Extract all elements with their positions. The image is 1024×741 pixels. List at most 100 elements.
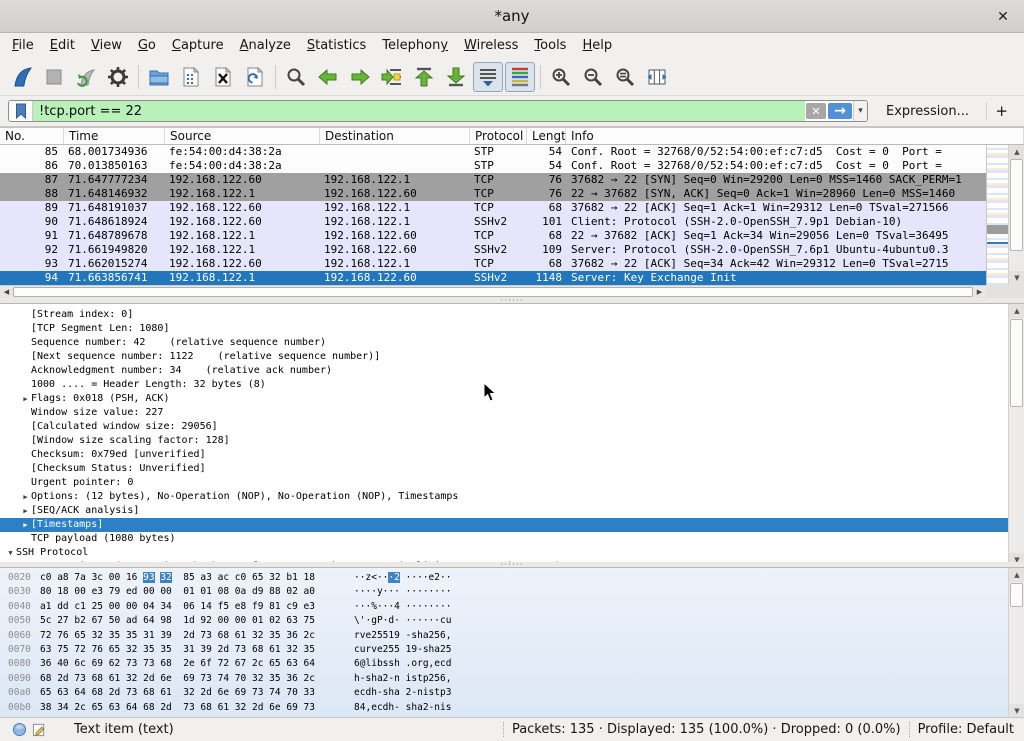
scroll-up-icon[interactable]: ▲ [1009,145,1024,159]
detail-line[interactable]: Window size value: 227 [0,406,1024,420]
detail-line[interactable]: ▼SSH Protocol [0,546,1024,560]
expanded-arrow-icon[interactable]: ▼ [5,546,16,560]
expert-info-button[interactable] [10,721,28,739]
hscrollbar-thumb[interactable] [13,287,973,297]
packet-row-88[interactable]: 8871.648146932192.168.122.1192.168.122.6… [0,187,1024,201]
bytes-vscrollbar[interactable]: ▲ ▼ [1008,568,1024,717]
resize-columns-button[interactable] [642,62,672,92]
close-window-icon[interactable]: ✕ [992,6,1014,28]
column-header-protocol[interactable]: Protocol [470,128,527,144]
detail-line[interactable]: [Checksum Status: Unverified] [0,462,1024,476]
collapsed-arrow-icon[interactable]: ▶ [20,504,31,518]
packet-row-94[interactable]: 9471.663856741192.168.122.1192.168.122.6… [0,271,1024,285]
filter-apply-button[interactable]: → [828,103,852,119]
menu-item-go[interactable]: Go [130,35,164,56]
menu-item-edit[interactable]: Edit [42,35,83,56]
go-to-packet-button[interactable] [377,62,407,92]
column-header-destination[interactable]: Destination [320,128,470,144]
hex-row[interactable]: 009068 2d 73 68 61 32 2d 6e 69 73 74 70 … [0,672,1024,686]
scroll-right-icon[interactable]: ▶ [973,286,986,298]
packet-row-86[interactable]: 8670.013850163fe:54:00:d4:38:2aSTP54Conf… [0,159,1024,173]
capture-comment-button[interactable] [30,721,48,739]
packet-row-92[interactable]: 9271.661949820192.168.122.1192.168.122.6… [0,243,1024,257]
packet-row-85[interactable]: 8568.001734936fe:54:00:d4:38:2aSTP54Conf… [0,145,1024,159]
scroll-down-icon[interactable]: ▼ [1009,704,1024,717]
detail-line[interactable]: Checksum: 0x79ed [unverified] [0,448,1024,462]
detail-line[interactable]: 1000 .... = Header Length: 32 bytes (8) [0,378,1024,392]
hex-row[interactable]: 0020c0 a8 7a 3c 00 16 93 32 85 a3 ac c0 … [0,571,1024,585]
detail-line[interactable]: Urgent pointer: 0 [0,476,1024,490]
packet-row-90[interactable]: 9071.648618924192.168.122.60192.168.122.… [0,215,1024,229]
detail-line[interactable]: ▶[Timestamps] [0,518,1024,532]
menu-item-wireless[interactable]: Wireless [456,35,526,56]
filter-dropdown-button[interactable]: ▾ [853,101,867,121]
hex-row[interactable]: 00a065 63 64 68 2d 73 68 61 32 2d 6e 69 … [0,686,1024,700]
scroll-up-icon[interactable]: ▲ [1009,568,1024,582]
display-filter-input[interactable]: !tcp.port == 22 [33,101,805,121]
scroll-left-icon[interactable]: ◀ [0,286,13,298]
capture-options-button[interactable] [103,62,133,92]
save-file-button[interactable] [176,62,206,92]
column-header-length[interactable]: Length [527,128,566,144]
detail-line[interactable]: [Window size scaling factor: 128] [0,434,1024,448]
menu-item-tools[interactable]: Tools [526,35,574,56]
hex-row[interactable]: 008036 40 6c 69 62 73 73 68 2e 6f 72 67 … [0,657,1024,671]
menu-item-analyze[interactable]: Analyze [232,35,299,56]
detail-line[interactable]: [Stream index: 0] [0,308,1024,322]
detail-line[interactable]: Acknowledgment number: 34 (relative ack … [0,364,1024,378]
menu-item-file[interactable]: File [4,35,42,56]
restart-capture-button[interactable] [71,62,101,92]
hex-row[interactable]: 006072 76 65 32 35 35 31 39 2d 73 68 61 … [0,629,1024,643]
go-forward-button[interactable] [345,62,375,92]
packet-row-89[interactable]: 8971.648191037192.168.122.60192.168.122.… [0,201,1024,215]
detail-line[interactable]: ▶Flags: 0x018 (PSH, ACK) [0,392,1024,406]
filter-clear-button[interactable]: ✕ [806,103,826,119]
menu-item-statistics[interactable]: Statistics [299,35,374,56]
packet-list-minimap-scrollbar[interactable] [986,145,1008,285]
detail-line[interactable]: [TCP Segment Len: 1080] [0,322,1024,336]
filter-bookmark-button[interactable] [9,101,33,121]
detail-line[interactable]: ▶Options: (12 bytes), No-Operation (NOP)… [0,490,1024,504]
menu-item-capture[interactable]: Capture [164,35,232,56]
expression-button[interactable]: Expression... [886,104,969,119]
zoom-out-button[interactable] [578,62,608,92]
column-header-info[interactable]: Info [566,128,1024,144]
hex-row[interactable]: 00505c 27 b2 67 50 ad 64 98 1d 92 00 00 … [0,614,1024,628]
packet-list-hscrollbar[interactable]: ◀ ▶ [0,285,986,298]
packet-row-87[interactable]: 8771.647777234192.168.122.60192.168.122.… [0,173,1024,187]
packet-row-93[interactable]: 9371.662015274192.168.122.60192.168.122.… [0,257,1024,271]
column-header-source[interactable]: Source [165,128,320,144]
hex-row[interactable]: 00b038 34 2c 65 63 64 68 2d 73 68 61 32 … [0,701,1024,715]
detail-vscrollbar[interactable]: ▲ ▼ [1008,304,1024,566]
go-back-button[interactable] [313,62,343,92]
collapsed-arrow-icon[interactable]: ▶ [20,518,31,532]
column-header-time[interactable]: Time [64,128,165,144]
scroll-down-icon[interactable]: ▼ [1009,271,1024,285]
scrollbar-thumb[interactable] [1010,583,1023,607]
zoom-original-button[interactable] [610,62,640,92]
auto-scroll-button[interactable] [473,62,503,92]
hex-row[interactable]: 007063 75 72 76 65 32 35 35 31 39 2d 73 … [0,643,1024,657]
menu-item-help[interactable]: Help [574,35,620,56]
detail-line[interactable]: Sequence number: 42 (relative sequence n… [0,336,1024,350]
column-header-no[interactable]: No. [0,128,64,144]
collapsed-arrow-icon[interactable]: ▶ [20,392,31,406]
hex-row[interactable]: 003080 18 00 e3 79 ed 00 00 01 01 08 0a … [0,585,1024,599]
hex-row[interactable]: 0040a1 dd c1 25 00 00 04 34 06 14 f5 e8 … [0,600,1024,614]
add-filter-button[interactable]: + [986,102,1016,120]
close-file-button[interactable] [208,62,238,92]
colorize-button[interactable] [505,62,535,92]
packet-list-vscrollbar[interactable]: ▲ ▼ [1008,145,1024,285]
packet-row-91[interactable]: 9171.648789678192.168.122.1192.168.122.6… [0,229,1024,243]
collapsed-arrow-icon[interactable]: ▶ [20,490,31,504]
stop-capture-button[interactable] [39,62,69,92]
detail-line[interactable]: TCP payload (1080 bytes) [0,532,1024,546]
go-first-button[interactable] [409,62,439,92]
reload-file-button[interactable] [240,62,270,92]
detail-line[interactable]: [Next sequence number: 1122 (relative se… [0,350,1024,364]
open-file-button[interactable] [144,62,174,92]
scrollbar-thumb[interactable] [1010,319,1023,407]
profile-status[interactable]: Profile: Default [918,722,1014,737]
menu-item-view[interactable]: View [83,35,130,56]
scroll-up-icon[interactable]: ▲ [1009,304,1024,318]
